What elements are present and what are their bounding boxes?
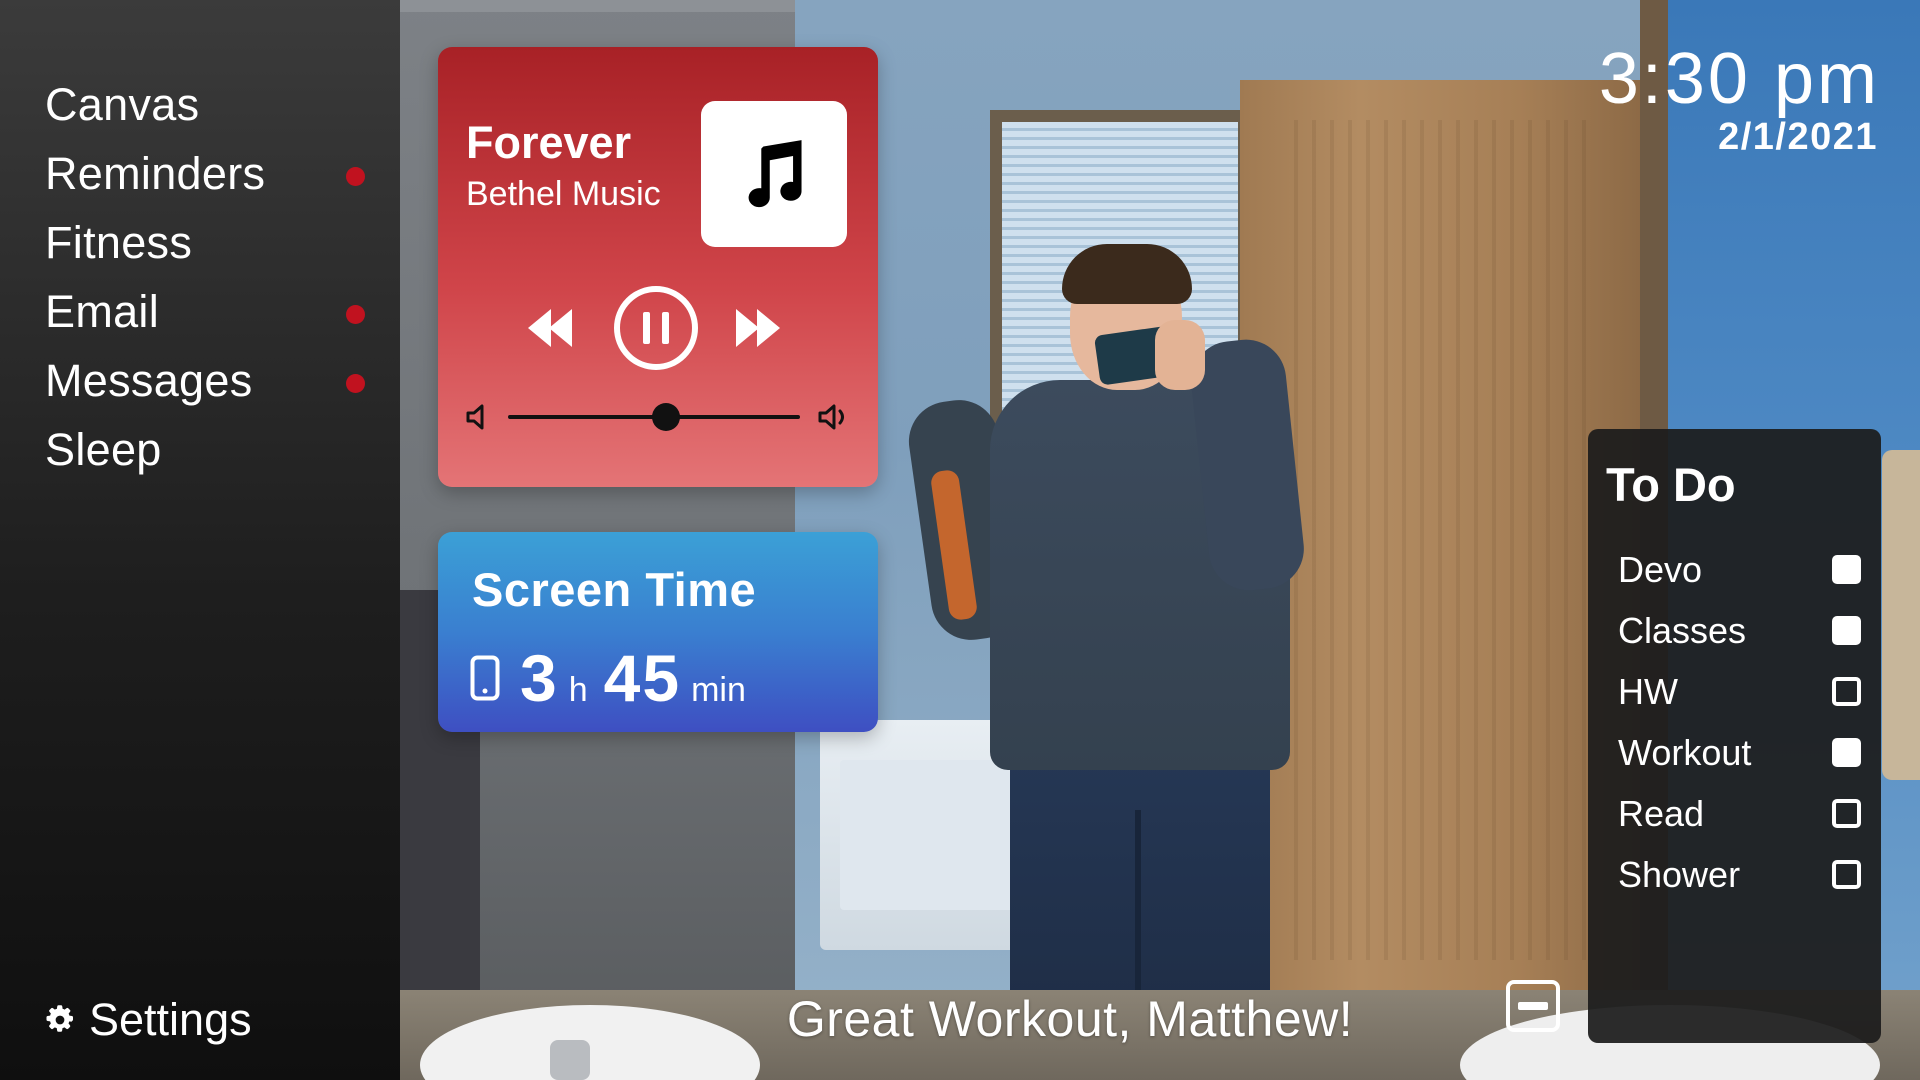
song-artist: Bethel Music: [466, 175, 661, 213]
screen-time-value: 3 h 45 min: [470, 640, 762, 716]
sidebar-item-label: Sleep: [45, 424, 162, 475]
sidebar-item-sleep[interactable]: Sleep: [45, 415, 375, 484]
notification-dot: [346, 167, 365, 186]
volume-slider[interactable]: [466, 395, 856, 439]
volume-low-icon: [466, 404, 484, 430]
sidebar-item-messages[interactable]: Messages: [45, 346, 375, 415]
todo-item-hw: HW: [1618, 661, 1863, 722]
sidebar-item-label: Canvas: [45, 79, 200, 130]
todo-item-label: HW: [1618, 671, 1678, 712]
sidebar-item-canvas[interactable]: Canvas: [45, 70, 375, 139]
screen-time-minutes-unit: min: [691, 671, 746, 709]
phone-icon: [470, 655, 500, 701]
screen-time-hours-unit: h: [568, 671, 588, 709]
notification-dot: [346, 374, 365, 393]
sidebar-item-label: Email: [45, 286, 160, 337]
clock-time: 3:30 pm: [1598, 39, 1880, 119]
sidebar-item-fitness[interactable]: Fitness: [45, 208, 375, 277]
todo-item-label: Read: [1618, 793, 1705, 834]
todo-item-label: Devo: [1618, 549, 1703, 590]
rewind-icon[interactable]: [526, 305, 572, 351]
sidebar-item-email[interactable]: Email: [45, 277, 375, 346]
song-title: Forever: [466, 117, 632, 168]
minimize-icon: [1518, 1002, 1548, 1010]
settings-button[interactable]: Settings: [45, 990, 252, 1050]
todo-item-label: Shower: [1618, 854, 1741, 895]
todo-item-label: Classes: [1618, 610, 1747, 651]
sidebar-item-reminders[interactable]: Reminders: [45, 139, 375, 208]
todo-item-devo: Devo: [1618, 539, 1863, 600]
todo-item-workout: Workout: [1618, 722, 1863, 783]
sidebar-item-label: Fitness: [45, 217, 193, 268]
volume-high-icon: [818, 404, 844, 430]
todo-checkbox[interactable]: [1832, 799, 1861, 828]
screen-time-minutes: 45: [603, 641, 682, 715]
gear-icon: [46, 1005, 74, 1032]
todo-checkbox[interactable]: [1832, 616, 1861, 645]
clock-date: 2/1/2021: [1718, 116, 1878, 158]
sidebar-nav: Canvas Reminders Fitness Email Messages …: [45, 70, 375, 484]
sidebar-item-label: Messages: [45, 355, 253, 406]
pause-button[interactable]: [611, 283, 701, 373]
todo-list: Devo Classes HW Workout Read Shower: [1618, 539, 1863, 905]
todo-item-shower: Shower: [1618, 844, 1863, 905]
album-art[interactable]: [701, 101, 847, 247]
screen-time-title: Screen Time: [472, 563, 757, 616]
volume-thumb[interactable]: [651, 403, 680, 431]
greeting-message: Great Workout, Matthew!: [786, 991, 1354, 1047]
fast-forward-icon[interactable]: [736, 305, 782, 351]
screen-time-hours: 3: [520, 641, 559, 715]
minimize-button[interactable]: [1506, 980, 1560, 1032]
sidebar-item-label: Reminders: [45, 148, 266, 199]
todo-item-label: Workout: [1618, 732, 1752, 773]
smart-mirror-screen: Canvas Reminders Fitness Email Messages …: [0, 0, 1920, 1080]
music-note-icon: [748, 140, 802, 208]
todo-checkbox[interactable]: [1832, 860, 1861, 889]
todo-title: To Do: [1606, 458, 1736, 511]
screen-time-card: Screen Time 3 h 45 min: [438, 532, 878, 732]
todo-checkbox[interactable]: [1832, 677, 1861, 706]
todo-panel: To Do Devo Classes HW Workout Read Showe…: [1588, 429, 1881, 1043]
music-player-card: Forever Bethel Music: [438, 47, 878, 487]
todo-item-classes: Classes: [1618, 600, 1863, 661]
todo-checkbox[interactable]: [1832, 555, 1861, 584]
playback-controls: [438, 283, 878, 373]
settings-label: Settings: [89, 994, 252, 1045]
todo-item-read: Read: [1618, 783, 1863, 844]
sidebar: Canvas Reminders Fitness Email Messages …: [0, 0, 400, 1080]
notification-dot: [346, 305, 365, 324]
todo-checkbox[interactable]: [1832, 738, 1861, 767]
